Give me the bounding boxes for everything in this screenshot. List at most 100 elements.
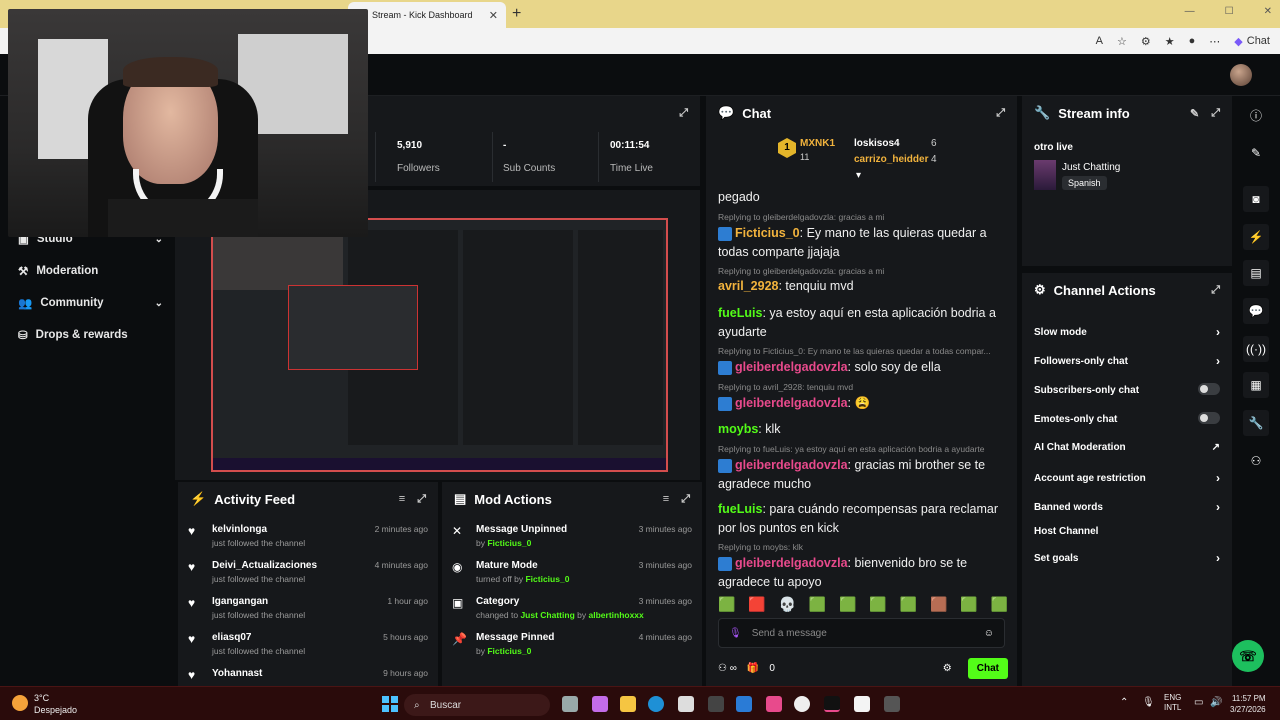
task-view-icon[interactable] [562,696,578,712]
chat-send-button[interactable]: Chat [967,657,1008,679]
expand-icon[interactable]: ⤢ [681,493,690,506]
mod-action-user[interactable]: Ficticius_0 [487,646,531,656]
layout-icon[interactable]: ▦ [1243,372,1269,398]
favorites-list-icon[interactable]: ★ [1165,35,1175,48]
chat-icon[interactable]: 💬 [1243,298,1269,324]
tab-close-icon[interactable]: ✕ [489,9,498,22]
leader-name[interactable]: loskisos4 [854,138,900,149]
read-aloud-icon[interactable]: A [1096,35,1103,47]
emotes-only-toggle[interactable] [1198,412,1220,424]
expand-icon[interactable]: ⤢ [996,107,1005,120]
tab-kick-dashboard[interactable]: Stream - Kick Dashboard ✕ [348,2,506,28]
leader-name[interactable]: carrizo_heidder [854,154,928,165]
settings-gear-icon[interactable]: ⚙ [943,663,952,674]
stream-preview-video[interactable] [211,218,668,472]
document-icon[interactable]: ▤ [1243,260,1269,286]
filter-icon[interactable]: ≡ [663,493,669,506]
sidebar-item-community[interactable]: 👥 Community ⌄ [18,296,163,310]
filter-icon[interactable]: ≡ [399,493,405,506]
m365-icon[interactable] [766,696,782,712]
volume-icon[interactable]: 🔊 [1210,697,1222,708]
emote-icon[interactable]: 🟥 [748,596,765,613]
language-indicator[interactable]: ENG INTL [1164,693,1181,713]
expand-icon[interactable]: ⤢ [679,107,688,120]
clock[interactable]: 11:57 PM 3/27/2026 [1230,693,1266,715]
emote-icon[interactable]: 🟩 [809,596,826,613]
more-icon[interactable]: ⋯ [1209,35,1220,48]
expand-icon[interactable]: ⤢ [1211,107,1220,120]
mail-icon[interactable] [736,696,752,712]
user-avatar[interactable] [1230,64,1252,86]
tray-chevron-icon[interactable]: ⌃ [1120,697,1128,708]
alienware-icon[interactable] [708,696,724,712]
sidebar-item-drops[interactable]: ⛁ Drops & rewards [18,328,163,342]
chat-username[interactable]: avril_2928 [718,279,778,293]
emote-icon[interactable]: 🟩 [991,596,1008,613]
chat-username[interactable]: moybs [718,422,758,436]
users-icon[interactable]: ⚇ [1243,448,1269,474]
microphone-icon[interactable]: 🎙 [729,628,742,639]
chat-username[interactable]: fueLuis [718,502,762,516]
copilot-chat-button[interactable]: ◆ Chat [1234,35,1270,48]
emote-icon[interactable]: 💀 [779,596,796,613]
chat-username[interactable]: gleiberdelgadovzla [735,556,848,570]
weather-temp[interactable]: 3°C [34,693,49,703]
sidebar-item-moderation[interactable]: ⚒ Moderation [18,264,163,278]
chat-username[interactable]: gleiberdelgadovzla [735,396,848,410]
channel-action-set-goals[interactable]: Set goals › [1034,551,1220,565]
start-icon[interactable] [382,696,398,712]
store-icon[interactable] [678,696,694,712]
stream-category[interactable]: Just Chatting [1062,162,1120,173]
emote-icon[interactable]: 🟩 [900,596,917,613]
mod-action-user[interactable]: Ficticius_0 [487,538,531,548]
channel-action-banned-words[interactable]: Banned words › [1034,500,1220,514]
camera-icon[interactable]: ◙ [1243,186,1269,212]
users-infinity-icon[interactable]: ⚇ ∞ [718,663,737,674]
gift-icon[interactable]: 🎁 [747,663,759,674]
edit-icon[interactable]: ✎ [1190,107,1199,120]
expand-icon[interactable]: ⤢ [417,493,426,506]
mod-action-user[interactable]: albertinhoxxx [589,610,644,620]
notepad-icon[interactable] [854,696,870,712]
close-window-icon[interactable]: ✕ [1264,6,1272,17]
weather-desc[interactable]: Despejado [34,705,77,715]
chat-username[interactable]: fueLuis [718,306,762,320]
channel-action-account-age[interactable]: Account age restriction › [1034,471,1220,485]
emote-icon[interactable]: 🟩 [839,596,856,613]
expand-icon[interactable]: ⤢ [1211,284,1220,297]
tiktok-icon[interactable] [824,696,840,712]
mod-action-user[interactable]: Ficticius_0 [525,574,569,584]
lightning-icon[interactable]: ⚡ [1243,224,1269,250]
chat-username[interactable]: Ficticius_0 [735,226,800,240]
obs-icon[interactable] [884,696,900,712]
chat-username[interactable]: gleiberdelgadovzla [735,360,848,374]
maximize-icon[interactable]: ☐ [1225,6,1234,17]
channel-action-ai-moderation[interactable]: AI Chat Moderation ↗ [1034,442,1220,453]
network-icon[interactable]: ▭ [1194,697,1203,708]
leader-name[interactable]: MXNK1 [800,138,835,149]
emote-icon[interactable]: 🟫 [930,596,947,613]
new-tab-button[interactable]: + [512,5,521,23]
microphone-tray-icon[interactable]: 🎙 [1142,697,1155,708]
favorite-icon[interactable]: ☆ [1117,35,1127,48]
emoji-icon[interactable]: ☺ [984,628,994,639]
channel-action-slow-mode[interactable]: Slow mode › [1034,325,1220,339]
collapse-icon[interactable]: ▾ [856,170,861,181]
subscribers-only-toggle[interactable] [1198,383,1220,395]
channel-action-followers-only[interactable]: Followers-only chat › [1034,354,1220,368]
file-explorer-icon[interactable] [620,696,636,712]
taskbar-search[interactable]: ⌕ Buscar [404,694,550,716]
edit-icon[interactable]: ✎ [1243,140,1269,166]
mod-action-category[interactable]: Just Chatting [520,610,574,620]
emote-icon[interactable]: 🟩 [869,596,886,613]
emote-icon[interactable]: 🟩 [718,596,735,613]
broadcast-icon[interactable]: ((·)) [1243,336,1269,362]
wrench-icon[interactable]: 🔧 [1243,410,1269,436]
minimize-icon[interactable]: — [1185,6,1195,17]
emote-icon[interactable]: 🟩 [960,596,977,613]
help-chat-button[interactable]: ☏ [1232,640,1264,672]
info-icon[interactable]: ⓘ [1243,102,1269,128]
extensions-icon[interactable]: ⚙ [1141,35,1151,48]
chat-message-input[interactable]: 🎙 Send a message ☺ [718,618,1005,648]
chrome-icon[interactable] [794,696,810,712]
